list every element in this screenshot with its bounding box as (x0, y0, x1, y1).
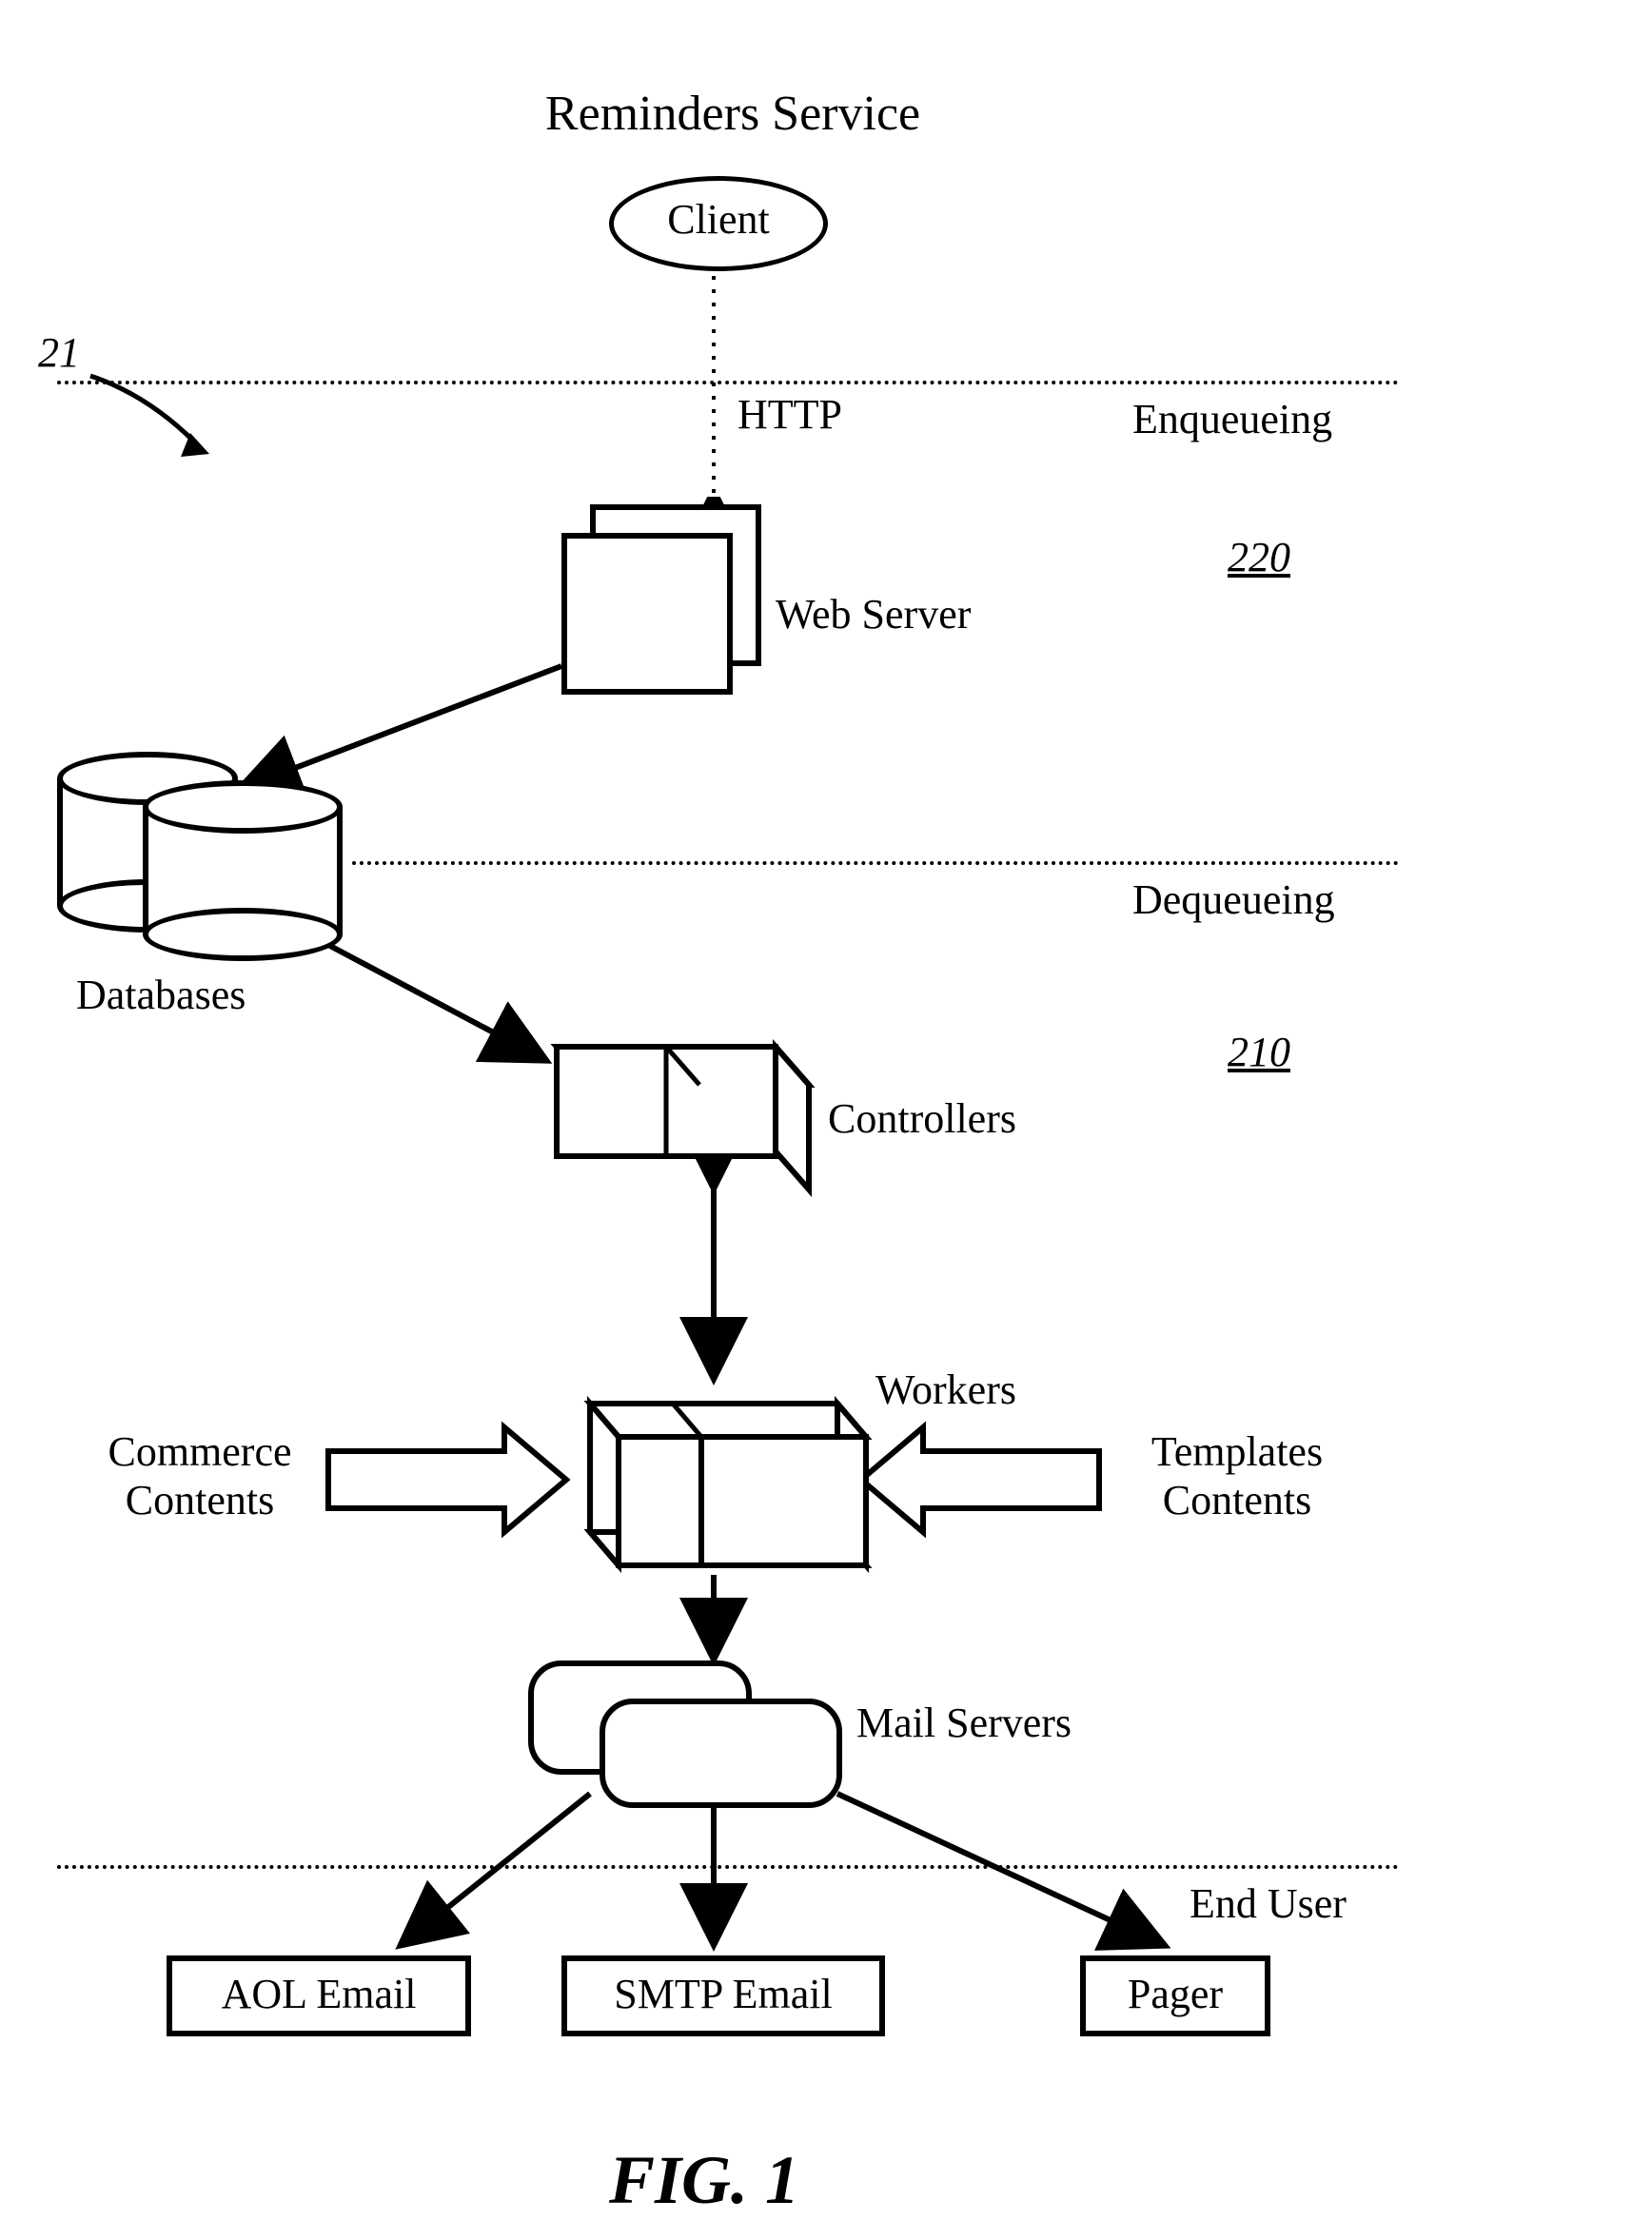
webserver-label: Web Server (776, 590, 971, 639)
ref-220: 220 (1228, 533, 1290, 581)
divider-1 (57, 381, 1399, 384)
ref-main: 21 (38, 328, 80, 377)
smtp-label: SMTP Email (561, 1970, 885, 2018)
commerce-label: CommerceContents (76, 1427, 324, 1524)
section-enqueueing: Enqueueing (1132, 395, 1332, 443)
section-enduser: End User (1190, 1879, 1347, 1928)
diagram-title: Reminders Service (400, 86, 1066, 142)
arrow-layer (0, 0, 1652, 2240)
databases-label: Databases (76, 971, 246, 1019)
http-label: HTTP (738, 390, 842, 439)
webserver-front (561, 533, 733, 695)
templates-label: TemplatesContents (1104, 1427, 1370, 1524)
database-front (143, 780, 343, 961)
ref-210: 210 (1228, 1028, 1290, 1076)
aol-label: AOL Email (167, 1970, 471, 2018)
controllers-label: Controllers (828, 1094, 1016, 1143)
figure-label: FIG. 1 (609, 2141, 799, 2220)
mailservers-label: Mail Servers (856, 1699, 1072, 1747)
mailserver-front (600, 1699, 842, 1808)
section-dequeueing: Dequeueing (1132, 875, 1335, 924)
workers-label: Workers (875, 1366, 1016, 1414)
diagram-stage: Reminders Service 21 Client Enqueueing 2… (0, 0, 1652, 2240)
divider-2 (352, 861, 1399, 865)
divider-3 (57, 1865, 1399, 1869)
pager-label: Pager (1080, 1970, 1270, 2018)
client-label: Client (609, 195, 828, 244)
